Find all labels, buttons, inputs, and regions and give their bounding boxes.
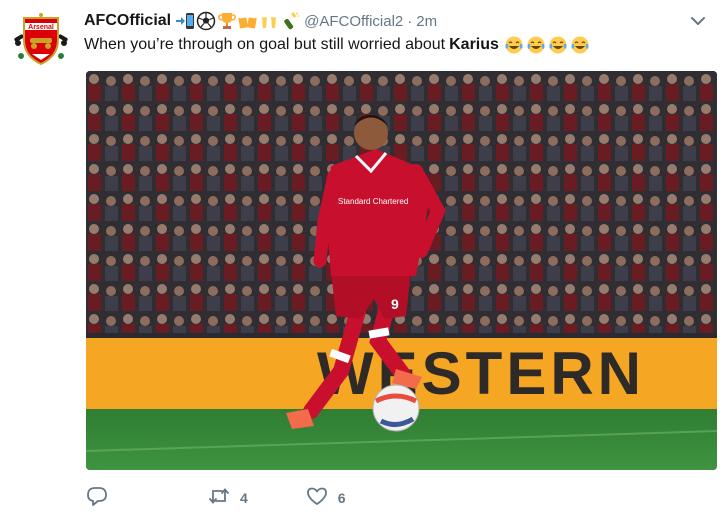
football (372, 384, 420, 432)
name-emojis (175, 11, 300, 31)
retweet-count: 4 (240, 490, 248, 506)
user-handle[interactable]: @AFCOfficial2 (304, 13, 403, 30)
champagne-icon (280, 11, 300, 31)
arsenal-crest-icon: Arsenal (14, 13, 68, 66)
heart-icon (306, 485, 328, 512)
mobile-phone-arrow-icon (175, 11, 195, 31)
avatar[interactable]: Arsenal (12, 10, 70, 68)
shirt-sponsor: Standard Chartered (338, 197, 408, 206)
tweet-header: AFCOfficial @AFCOfficial2 · 2m (84, 10, 437, 32)
tears-of-joy-icon (548, 35, 568, 55)
soccer-ball-icon (196, 11, 216, 31)
timestamp[interactable]: 2m (416, 13, 437, 30)
display-name[interactable]: AFCOfficial (84, 12, 171, 30)
beer-mugs-icon (238, 11, 258, 31)
reply-icon (86, 485, 108, 512)
like-button[interactable]: 6 (306, 485, 346, 512)
separator-dot: · (407, 12, 413, 30)
avatar-label: Arsenal (28, 24, 54, 31)
tweet-photo[interactable]: WESTERN 9 Standard Chartered (86, 71, 717, 470)
tweet-text: When you’re through on goal but still wo… (84, 34, 590, 56)
football-photo: WESTERN 9 Standard Chartered (86, 71, 717, 470)
retweet-button[interactable]: 4 (208, 485, 248, 512)
tweet-text-bold: Karius (449, 36, 499, 53)
more-options-chevron-icon[interactable] (690, 14, 706, 26)
clinking-beer-icon (259, 11, 279, 31)
tears-of-joy-icon (570, 35, 590, 55)
like-count: 6 (337, 490, 346, 506)
tears-of-joy-icon (526, 35, 546, 55)
tweet-text-prefix: When you’re through on goal but still wo… (84, 36, 446, 53)
text-emojis (504, 35, 590, 55)
trophy-icon (217, 11, 237, 31)
tweet-actions: 4 6 (86, 486, 396, 510)
shirt-number: 9 (391, 296, 399, 312)
retweet-icon (208, 485, 230, 512)
tears-of-joy-icon (504, 35, 524, 55)
reply-button[interactable] (86, 485, 118, 512)
board-text: WESTERN (317, 340, 645, 407)
tweet[interactable]: Arsenal AFCOfficial @AFCOfficial2 · 2m W… (0, 0, 726, 519)
